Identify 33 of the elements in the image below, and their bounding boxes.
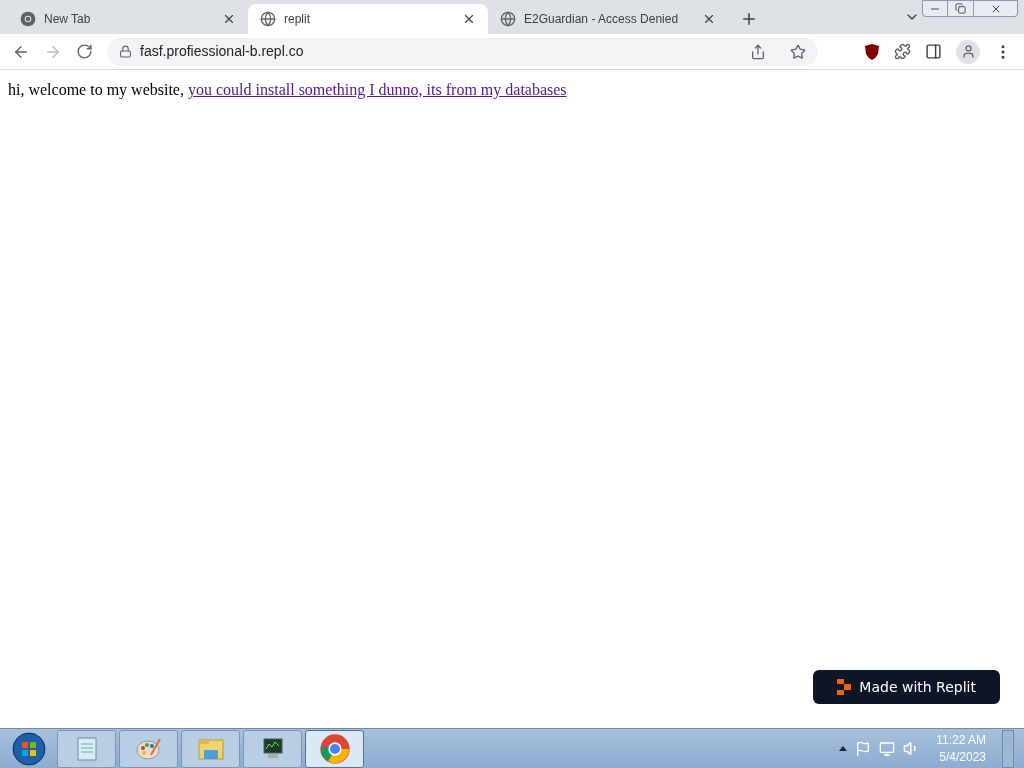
browser-tab[interactable]: New Tab [8, 4, 248, 34]
browser-tab[interactable]: E2Guardian - Access Denied [488, 4, 728, 34]
share-icon[interactable] [750, 43, 766, 60]
extensions-icon[interactable] [894, 43, 911, 60]
tab-title: New Tab [44, 11, 92, 28]
url-text: fasf.profiessional-b.repl.co [140, 42, 305, 61]
close-icon[interactable] [702, 12, 716, 26]
replit-logo-icon [837, 679, 852, 695]
globe-icon [500, 11, 516, 27]
taskbar-app[interactable] [305, 729, 364, 768]
taskbar-app[interactable] [243, 729, 302, 768]
globe-icon [260, 11, 276, 27]
address-bar[interactable]: fasf.profiessional-b.repl.co [107, 37, 818, 66]
close-icon[interactable] [462, 12, 476, 26]
star-icon[interactable] [790, 43, 806, 60]
lock-icon [119, 45, 132, 58]
database-link[interactable]: you could install something I dunno, its from my databases [187, 81, 567, 98]
made-with-replit-badge[interactable]: Made with Replit [813, 670, 1000, 704]
welcome-text: hi, welcome to my website, [8, 81, 185, 98]
new-tab-icon[interactable] [740, 10, 758, 28]
time-text: 11:22 AM [936, 731, 986, 749]
browser-tab[interactable]: replit [248, 4, 488, 34]
maximize-button[interactable] [948, 0, 974, 17]
close-icon[interactable] [222, 12, 236, 26]
date-text: 5/4/2023 [939, 748, 986, 766]
profile-icon[interactable] [956, 39, 980, 64]
shield-icon[interactable] [864, 42, 880, 61]
restore-icon [955, 3, 966, 14]
tab-title: replit [284, 11, 311, 28]
tab-title: E2Guardian - Access Denied [524, 11, 680, 28]
show-hidden-icons-icon[interactable] [839, 746, 848, 751]
side-panel-icon[interactable] [925, 43, 942, 60]
reload-icon[interactable] [76, 43, 93, 60]
